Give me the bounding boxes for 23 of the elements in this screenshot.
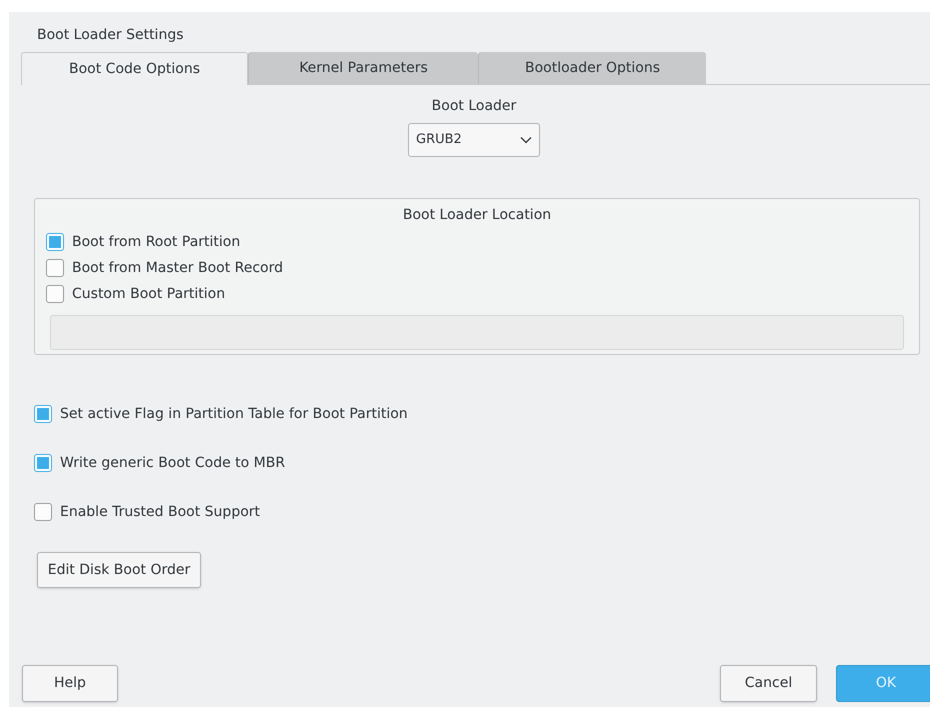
- checkbox[interactable]: [34, 454, 52, 472]
- group-title: Boot Loader Location: [402, 206, 552, 224]
- checkbox[interactable]: [34, 503, 52, 521]
- tab[interactable]: Kernel Parameters: [248, 52, 478, 84]
- checkbox-label: Set active Flag in Partition Table for Boot Partition: [60, 405, 408, 423]
- field-label: Boot Loader: [432, 97, 516, 115]
- caret-icon: [520, 136, 532, 144]
- dialog-button[interactable]: Cancel: [720, 665, 817, 702]
- boot-loader-dropdown[interactable]: GRUB2: [408, 123, 540, 157]
- checkbox[interactable]: [46, 259, 64, 277]
- checkbox-label: Enable Trusted Boot Support: [60, 503, 260, 521]
- tab[interactable]: Bootloader Options: [478, 52, 706, 84]
- checkbox-label: Boot from Master Boot Record: [72, 259, 284, 277]
- edit-boot-order-button[interactable]: Edit Disk Boot Order: [37, 552, 201, 588]
- checkbox[interactable]: [34, 405, 52, 423]
- dialog-button[interactable]: Help: [22, 665, 118, 702]
- checkbox-label: Custom Boot Partition: [72, 285, 226, 303]
- window-title: Boot Loader Settings: [37, 26, 184, 44]
- checkbox[interactable]: [46, 233, 64, 251]
- checkbox-label: Boot from Root Partition: [72, 233, 240, 251]
- checkbox-label: Write generic Boot Code to MBR: [60, 454, 286, 472]
- tab[interactable]: Boot Code Options: [21, 52, 248, 85]
- checkbox[interactable]: [46, 285, 64, 303]
